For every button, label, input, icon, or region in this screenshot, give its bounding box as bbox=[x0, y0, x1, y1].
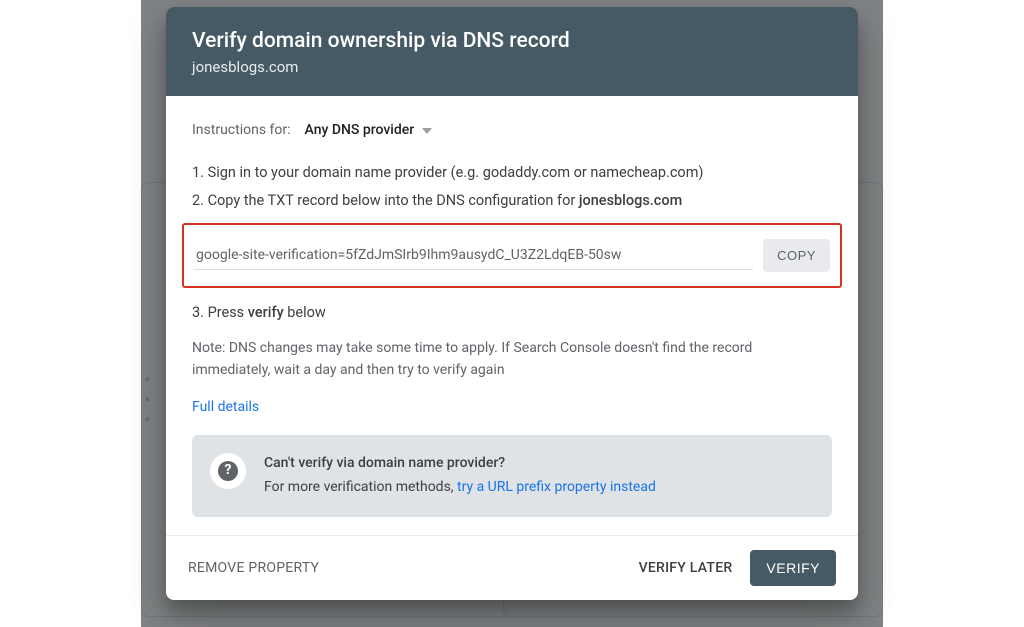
step-3-bold: verify bbox=[248, 304, 284, 321]
dialog-body: Instructions for: Any DNS provider 1. Si… bbox=[166, 96, 858, 535]
step-3-pre: Press bbox=[208, 304, 248, 321]
step-1-text: Sign in to your domain name provider (e.… bbox=[208, 164, 704, 181]
step-3: 3. Press verify below bbox=[192, 302, 832, 324]
verify-domain-dialog: Verify domain ownership via DNS record j… bbox=[166, 7, 858, 600]
verify-later-button[interactable]: VERIFY LATER bbox=[639, 560, 733, 576]
provider-select[interactable]: Any DNS provider bbox=[305, 120, 433, 142]
step-1-prefix: 1. bbox=[192, 164, 208, 181]
remove-property-button[interactable]: REMOVE PROPERTY bbox=[188, 560, 319, 576]
help-icon-glyph: ? bbox=[218, 461, 238, 481]
dialog-footer: REMOVE PROPERTY VERIFY LATER VERIFY bbox=[166, 535, 858, 600]
help-icon: ? bbox=[210, 453, 246, 489]
full-details-link[interactable]: Full details bbox=[192, 399, 259, 415]
step-2-text: Copy the TXT record below into the DNS c… bbox=[208, 192, 579, 209]
step-3-prefix: 3. bbox=[192, 304, 208, 321]
banner-title: Can't verify via domain name provider? bbox=[264, 453, 814, 475]
step-2-domain: jonesblogs.com bbox=[579, 192, 682, 209]
provider-label: Instructions for: bbox=[192, 120, 291, 142]
step-2-prefix: 2. bbox=[192, 192, 208, 209]
banner-text: For more verification methods, bbox=[264, 479, 457, 495]
banner-text-row: For more verification methods, try a URL… bbox=[264, 477, 814, 499]
txt-record-highlight: COPY bbox=[182, 223, 842, 288]
verify-button[interactable]: VERIFY bbox=[750, 550, 836, 586]
url-prefix-link[interactable]: try a URL prefix property instead bbox=[457, 479, 656, 495]
dns-note: Note: DNS changes may take some time to … bbox=[192, 338, 832, 381]
chevron-down-icon bbox=[422, 128, 432, 134]
step-2: 2. Copy the TXT record below into the DN… bbox=[192, 190, 832, 212]
dialog-subtitle: jonesblogs.com bbox=[192, 58, 832, 76]
step-1: 1. Sign in to your domain name provider … bbox=[192, 162, 832, 184]
provider-selected: Any DNS provider bbox=[305, 120, 415, 142]
alt-verification-banner: ? Can't verify via domain name provider?… bbox=[192, 435, 832, 516]
dialog-header: Verify domain ownership via DNS record j… bbox=[166, 7, 858, 96]
copy-button[interactable]: COPY bbox=[763, 239, 830, 272]
dialog-title: Verify domain ownership via DNS record bbox=[192, 29, 832, 53]
step-3-post: below bbox=[284, 304, 326, 321]
txt-record-input[interactable] bbox=[194, 241, 753, 270]
provider-row: Instructions for: Any DNS provider bbox=[192, 120, 832, 142]
